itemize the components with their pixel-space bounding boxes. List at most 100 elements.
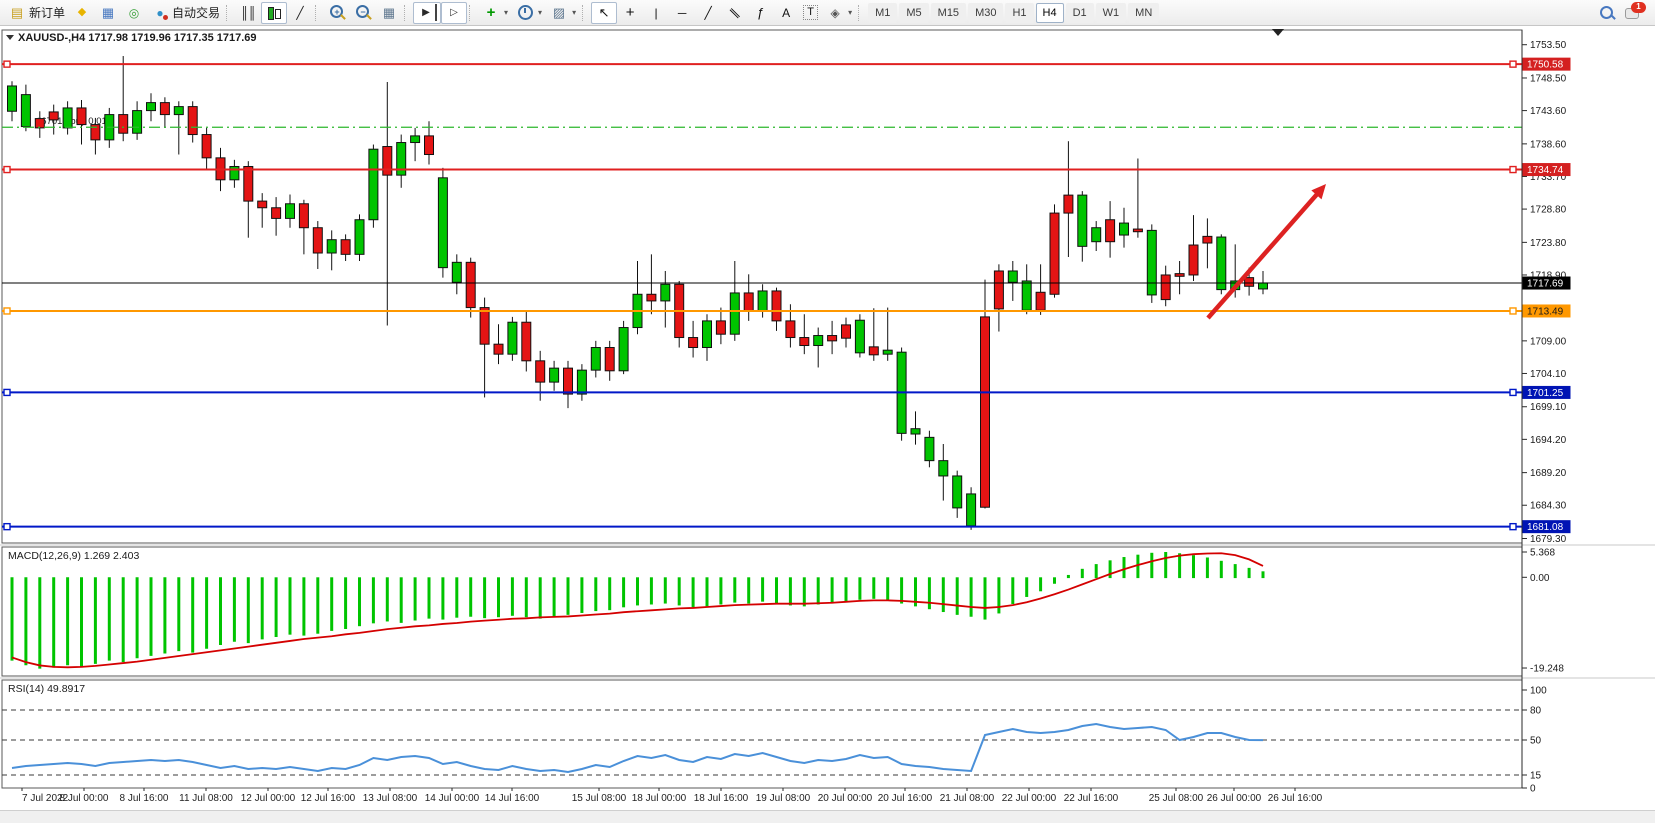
line-handle[interactable]: [4, 389, 10, 395]
timeframe-m15[interactable]: M15: [931, 3, 966, 23]
timeframe-h4[interactable]: H4: [1036, 3, 1064, 23]
templates-button[interactable]: ▨▾: [546, 2, 580, 24]
date-tick-label: 25 Jul 08:00: [1149, 793, 1204, 804]
rsi-tick-label: 80: [1530, 706, 1542, 717]
auto-trading-button[interactable]: ●自动交易: [147, 2, 224, 24]
autoscroll-icon: ▶: [417, 4, 437, 21]
date-tick-label: 20 Jul 00:00: [818, 793, 873, 804]
date-tick-label: 15 Jul 08:00: [572, 793, 627, 804]
rsi-tick-label: 100: [1530, 686, 1547, 697]
trendline-button[interactable]: ╱: [695, 2, 721, 24]
zoom-in-button[interactable]: +: [324, 2, 350, 24]
text-label-button[interactable]: T: [799, 2, 822, 24]
rsi-tick-label: 50: [1530, 736, 1542, 747]
status-bar: [0, 810, 1655, 823]
tile-windows-button[interactable]: ▦: [376, 2, 402, 24]
clock-icon: [516, 4, 534, 21]
timeframe-d1[interactable]: D1: [1066, 3, 1094, 23]
line-chart-button[interactable]: ╱: [287, 2, 313, 24]
bar-chart-button[interactable]: ║║: [235, 2, 261, 24]
timeframe-w1[interactable]: W1: [1096, 3, 1127, 23]
chart-window[interactable]: #67013 buy 0.01XAUUSD-,H4 1717.98 1719.9…: [0, 26, 1655, 810]
date-tick-label: 8 Jul 16:00: [120, 793, 169, 804]
price-tick-label: 1709.00: [1530, 336, 1567, 347]
indicators-button[interactable]: +▾: [478, 2, 512, 24]
date-tick-label: 21 Jul 08:00: [940, 793, 995, 804]
price-tick-label: 1684.30: [1530, 501, 1567, 512]
line-handle[interactable]: [1510, 61, 1516, 67]
signals-button[interactable]: ◎: [121, 2, 147, 24]
toolbar-group-chart-types: ║║ ╱: [235, 1, 313, 25]
timeframe-m5[interactable]: M5: [899, 3, 928, 23]
rsi-label: RSI(14) 49.8917: [8, 683, 85, 695]
auto-scroll-button[interactable]: ▶: [413, 2, 441, 24]
vline-icon: |: [647, 4, 665, 21]
timeframe-mn[interactable]: MN: [1128, 3, 1159, 23]
channel-button[interactable]: ∥: [721, 2, 747, 24]
line-handle[interactable]: [1510, 524, 1516, 530]
text-button[interactable]: A: [773, 2, 799, 24]
channel-icon: ∥: [722, 0, 747, 25]
arrows-button[interactable]: ◈▾: [822, 2, 856, 24]
search-icon[interactable]: [1599, 5, 1615, 21]
toolbar-separator: [858, 5, 863, 21]
line-handle[interactable]: [4, 61, 10, 67]
crosshair-button[interactable]: +: [617, 2, 643, 24]
bars-icon: ║║: [239, 4, 257, 21]
signals-icon: ◎: [125, 4, 143, 21]
price-chart-canvas[interactable]: #67013 buy 0.01XAUUSD-,H4 1717.98 1719.9…: [0, 26, 1655, 810]
date-tick-label: 8 Jul 00:00: [60, 793, 109, 804]
zoom-in-icon: +: [328, 4, 346, 21]
new-order-button[interactable]: ▤新订单: [4, 2, 69, 24]
candlestick-chart-button[interactable]: [261, 2, 287, 24]
date-tick-label: 13 Jul 08:00: [363, 793, 418, 804]
market-watch-button[interactable]: ▦: [95, 2, 121, 24]
date-tick-label: 26 Jul 00:00: [1207, 793, 1262, 804]
fibo-icon: ƒ: [751, 4, 769, 21]
date-tick-label: 22 Jul 00:00: [1002, 793, 1057, 804]
main-toolbar: ▤新订单◆▦◎●自动交易║║╱+−▦▶▷+▾▾▨▾↖+|─╱∥ƒAT◈▾M1M5…: [0, 0, 1655, 26]
line-handle[interactable]: [4, 524, 10, 530]
date-tick-label: 20 Jul 16:00: [878, 793, 933, 804]
price-tick-label: 1728.80: [1530, 205, 1567, 216]
date-tick-label: 26 Jul 16:00: [1268, 793, 1323, 804]
vertical-line-button[interactable]: |: [643, 2, 669, 24]
crosshair-icon: +: [621, 4, 639, 21]
gold-symbols-button[interactable]: ◆: [69, 2, 95, 24]
price-tick-label: 1694.20: [1530, 435, 1567, 446]
periods-button[interactable]: ▾: [512, 2, 546, 24]
macd-label: MACD(12,26,9) 1.269 2.403: [8, 550, 139, 562]
toolbar-separator: [404, 5, 409, 21]
label-icon: T: [803, 5, 818, 20]
chevron-down-icon: ▾: [504, 8, 508, 17]
line-handle[interactable]: [1510, 308, 1516, 314]
trendline-icon: ╱: [699, 4, 717, 21]
template-icon: ▨: [550, 4, 568, 21]
line-handle[interactable]: [1510, 389, 1516, 395]
price-level-badge-text: 1681.08: [1527, 522, 1564, 533]
price-level-badge-text: 1717.69: [1527, 279, 1564, 290]
line-handle[interactable]: [1510, 167, 1516, 173]
cursor-button[interactable]: ↖: [591, 2, 617, 24]
toolbar-separator: [226, 5, 231, 21]
hline-icon: ─: [673, 4, 691, 21]
toolbar-group-zoom: +−▦: [324, 1, 402, 25]
price-tick-label: 1723.80: [1530, 238, 1567, 249]
line-handle[interactable]: [4, 167, 10, 173]
price-tick-label: 1699.10: [1530, 402, 1567, 413]
timeframe-m30[interactable]: M30: [968, 3, 1003, 23]
notifications-icon[interactable]: 1: [1625, 5, 1643, 21]
macd-tick-label: 5.368: [1530, 548, 1555, 559]
date-tick-label: 14 Jul 16:00: [485, 793, 540, 804]
zoom-out-button[interactable]: −: [350, 2, 376, 24]
fibonacci-button[interactable]: ƒ: [747, 2, 773, 24]
rsi-tick-label: 0: [1530, 784, 1536, 795]
horizontal-line-button[interactable]: ─: [669, 2, 695, 24]
date-tick-label: 19 Jul 08:00: [756, 793, 811, 804]
timeframe-h1[interactable]: H1: [1005, 3, 1033, 23]
chart-shift-button[interactable]: ▷: [441, 2, 467, 24]
timeframe-m1[interactable]: M1: [868, 3, 897, 23]
candles-icon: [265, 4, 283, 21]
toolbar-group-scroll: ▶▷: [413, 1, 467, 25]
line-handle[interactable]: [4, 308, 10, 314]
